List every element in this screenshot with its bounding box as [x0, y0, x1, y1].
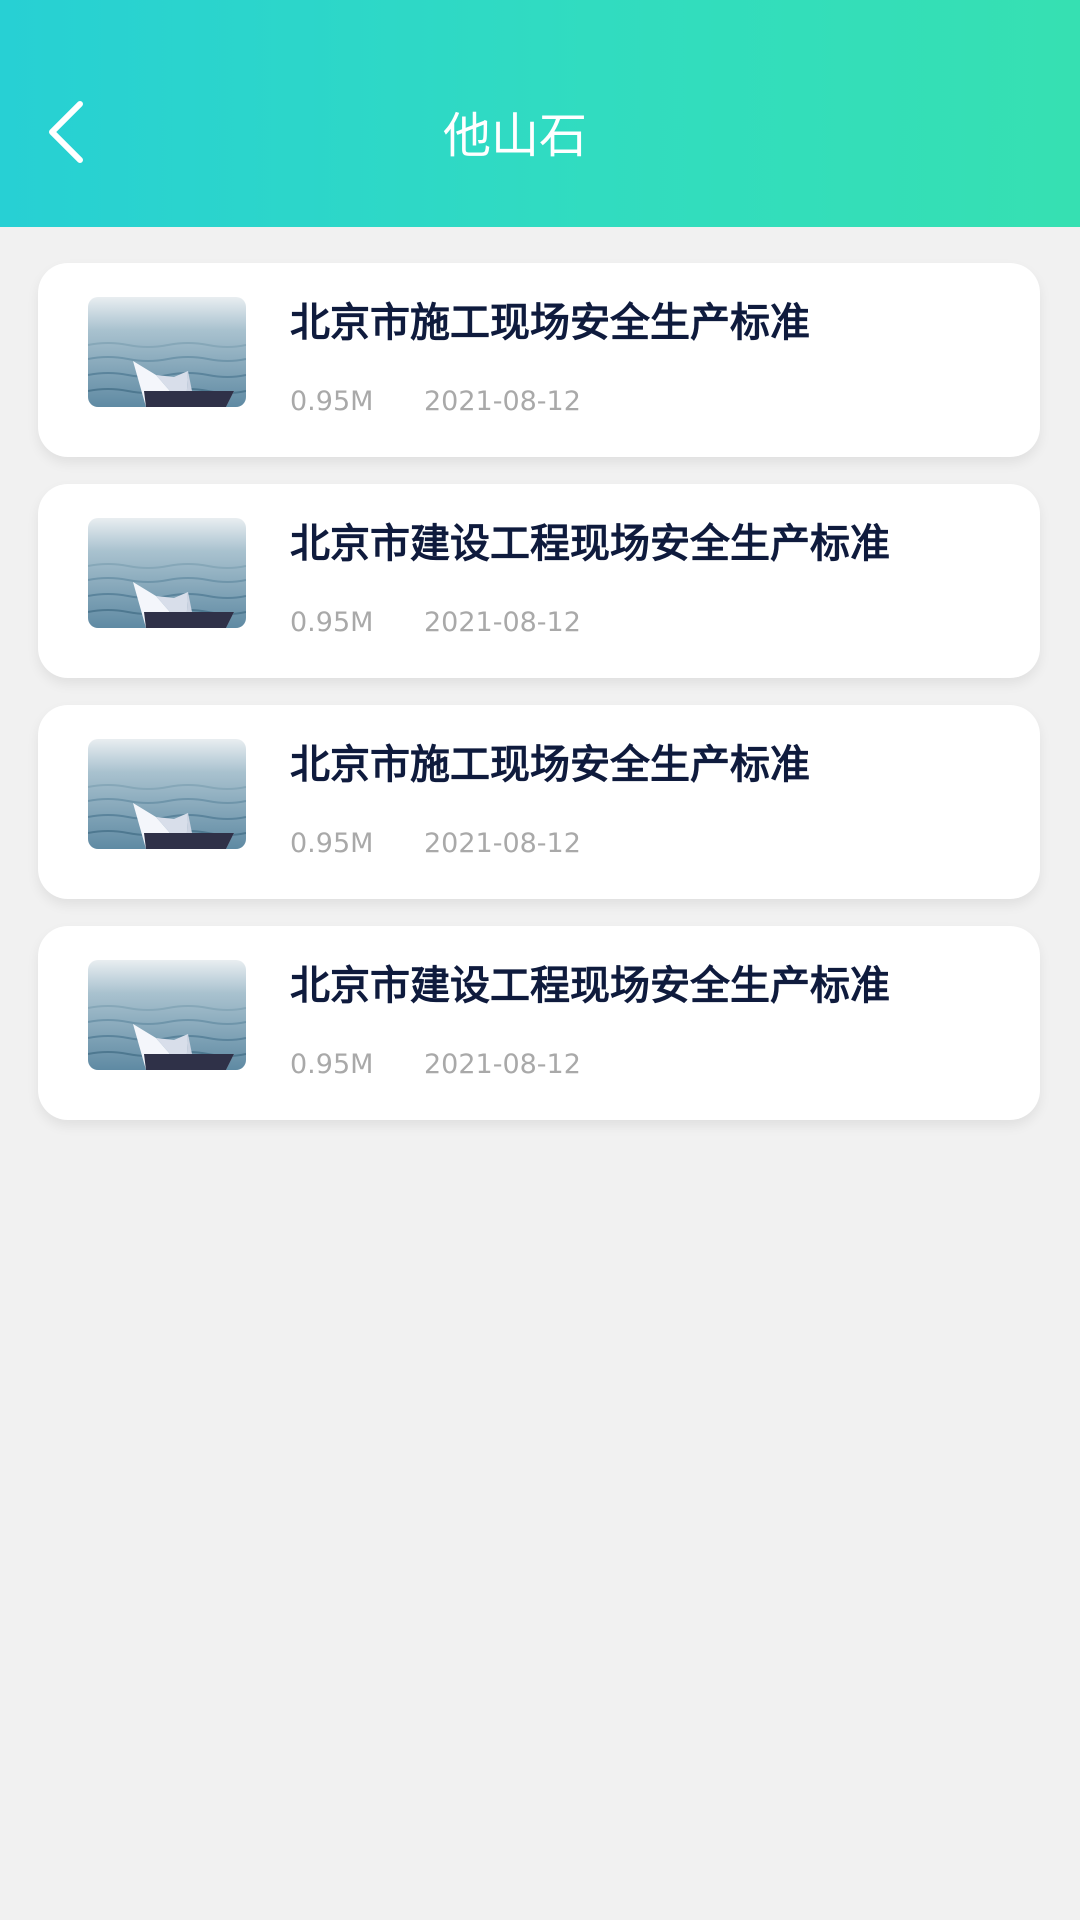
app-header: 他山石: [0, 0, 1080, 227]
document-size: 0.95M: [290, 386, 374, 417]
document-date: 2021-08-12: [424, 828, 581, 859]
document-thumbnail: [88, 518, 246, 628]
document-thumbnail: [88, 739, 246, 849]
document-thumbnail: [88, 297, 246, 407]
document-title: 北京市建设工程现场安全生产标准: [290, 521, 890, 567]
document-thumbnail: [88, 960, 246, 1070]
document-title: 北京市建设工程现场安全生产标准: [290, 963, 890, 1009]
document-date: 2021-08-12: [424, 386, 581, 417]
document-title: 北京市施工现场安全生产标准: [290, 300, 810, 346]
document-card[interactable]: 北京市建设工程现场安全生产标准 0.95M 2021-08-12: [38, 926, 1040, 1120]
document-size: 0.95M: [290, 607, 374, 638]
document-date: 2021-08-12: [424, 1049, 581, 1080]
document-card[interactable]: 北京市施工现场安全生产标准 0.95M 2021-08-12: [38, 263, 1040, 457]
document-card[interactable]: 北京市建设工程现场安全生产标准 0.95M 2021-08-12: [38, 484, 1040, 678]
document-size: 0.95M: [290, 828, 374, 859]
document-card[interactable]: 北京市施工现场安全生产标准 0.95M 2021-08-12: [38, 705, 1040, 899]
document-title: 北京市施工现场安全生产标准: [290, 742, 810, 788]
page-title: 他山石: [442, 108, 587, 164]
document-size: 0.95M: [290, 1049, 374, 1080]
document-date: 2021-08-12: [424, 607, 581, 638]
document-list: 北京市施工现场安全生产标准 0.95M 2021-08-12 北京市建设工程现场…: [38, 263, 1040, 1147]
